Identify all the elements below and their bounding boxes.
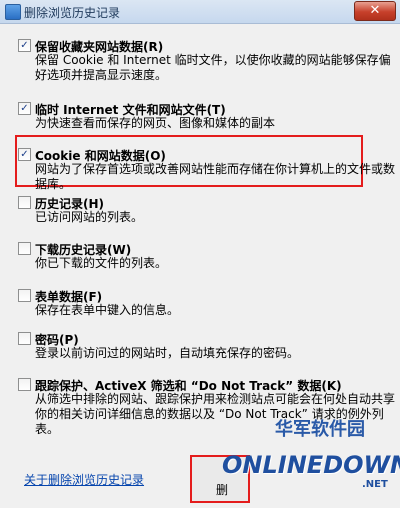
option-description: 保存在表单中键入的信息。: [35, 303, 180, 317]
close-button[interactable]: ✕: [354, 1, 396, 21]
app-icon: [5, 4, 21, 20]
checkbox[interactable]: [18, 332, 31, 345]
watermark-en: ONLINEDOWN: [222, 451, 400, 479]
checkbox[interactable]: ✓: [18, 39, 31, 52]
option-description: 网站为了保存首选项或改善网站性能而存储在你计算机上的文件或数据库。: [35, 162, 396, 191]
watermark-logo: 华军软件园 ONLINEDOWN .NET: [220, 415, 400, 505]
option-description: 已访问网站的列表。: [35, 210, 144, 224]
option-description: 登录以前访问过的网站时，自动填充保存的密码。: [35, 346, 300, 360]
checkbox[interactable]: [18, 196, 31, 209]
option-description: 保留 Cookie 和 Internet 临时文件，以使你收藏的网站能够保存偏好…: [35, 53, 391, 82]
about-delete-history-link[interactable]: 关于删除浏览历史记录: [24, 471, 144, 488]
option-description: 为快速查看而保存的网页、图像和媒体的副本: [35, 116, 276, 130]
window-title: 删除浏览历史记录: [24, 6, 121, 20]
checkbox[interactable]: [18, 289, 31, 302]
option-description: 你已下载的文件的列表。: [35, 256, 168, 270]
checkbox[interactable]: ✓: [18, 148, 31, 161]
checkbox[interactable]: ✓: [18, 102, 31, 115]
checkbox[interactable]: [18, 378, 31, 391]
watermark-cn: 华军软件园: [275, 419, 365, 440]
watermark-net: .NET: [362, 479, 388, 490]
checkbox[interactable]: [18, 242, 31, 255]
title-bar: 删除浏览历史记录 ✕: [0, 0, 400, 24]
